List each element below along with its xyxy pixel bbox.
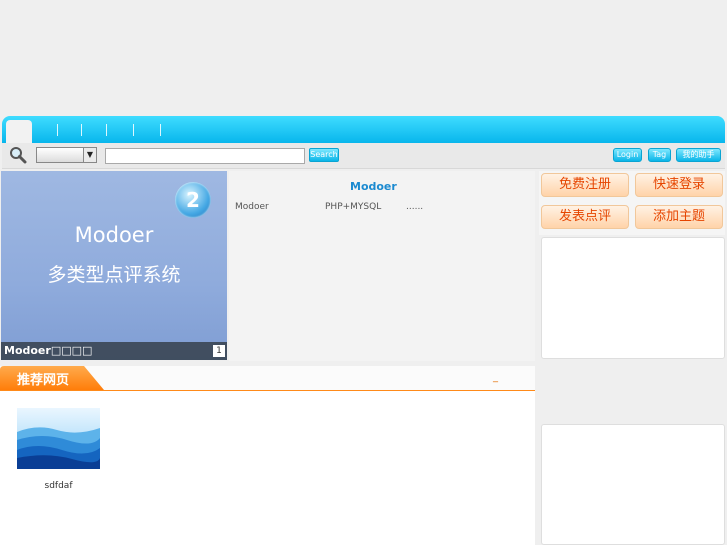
add-topic-button[interactable]: 添加主题	[635, 205, 723, 229]
version-badge: 2	[175, 182, 211, 218]
section-title: 推荐网页	[17, 373, 70, 388]
search-icon	[9, 146, 27, 164]
slide-page-indicator[interactable]: 1	[213, 345, 225, 357]
chevron-down-icon: ▼	[83, 148, 96, 162]
nav-item-2[interactable]	[81, 124, 82, 136]
nav-item-4[interactable]	[133, 124, 134, 136]
nav-item-3[interactable]	[106, 124, 107, 136]
tag-button[interactable]: Tag	[648, 148, 671, 162]
banner-subtitle: 多类型点评系统	[47, 264, 181, 286]
sidebar-box	[541, 237, 725, 359]
nav-tab-home[interactable]	[6, 120, 32, 143]
section-more-link[interactable]: _	[493, 372, 498, 383]
intro-text: PHP+MYSQL	[325, 202, 382, 212]
sidebar-box	[541, 424, 725, 545]
search-input[interactable]	[105, 148, 305, 164]
quick-login-button[interactable]: 快速登录	[635, 173, 723, 197]
register-button[interactable]: 免费注册	[541, 173, 629, 197]
site-thumbnail-label[interactable]: sdfdaf	[17, 481, 100, 491]
nav-item-1[interactable]	[57, 124, 58, 136]
intro-title[interactable]: Modoer	[350, 180, 397, 193]
intro-panel	[229, 171, 535, 361]
banner-slideshow[interactable]: 2 Modoer 多类型点评系统 Modoer□□□□ 1	[1, 171, 227, 360]
banner-caption[interactable]: Modoer□□□□	[4, 344, 92, 357]
helper-button[interactable]: 我的助手	[676, 148, 721, 162]
search-category-select[interactable]: ▼	[36, 147, 97, 163]
login-button[interactable]: Login	[613, 148, 642, 162]
post-review-button[interactable]: 发表点评	[541, 205, 629, 229]
intro-text: Modoer	[235, 202, 269, 212]
search-button[interactable]: Search	[309, 148, 339, 162]
intro-text: ......	[406, 202, 424, 212]
main-nav-bar	[2, 116, 725, 143]
nav-item-5[interactable]	[160, 124, 161, 136]
site-thumbnail[interactable]	[17, 408, 100, 469]
banner-title: Modoer	[74, 223, 154, 247]
